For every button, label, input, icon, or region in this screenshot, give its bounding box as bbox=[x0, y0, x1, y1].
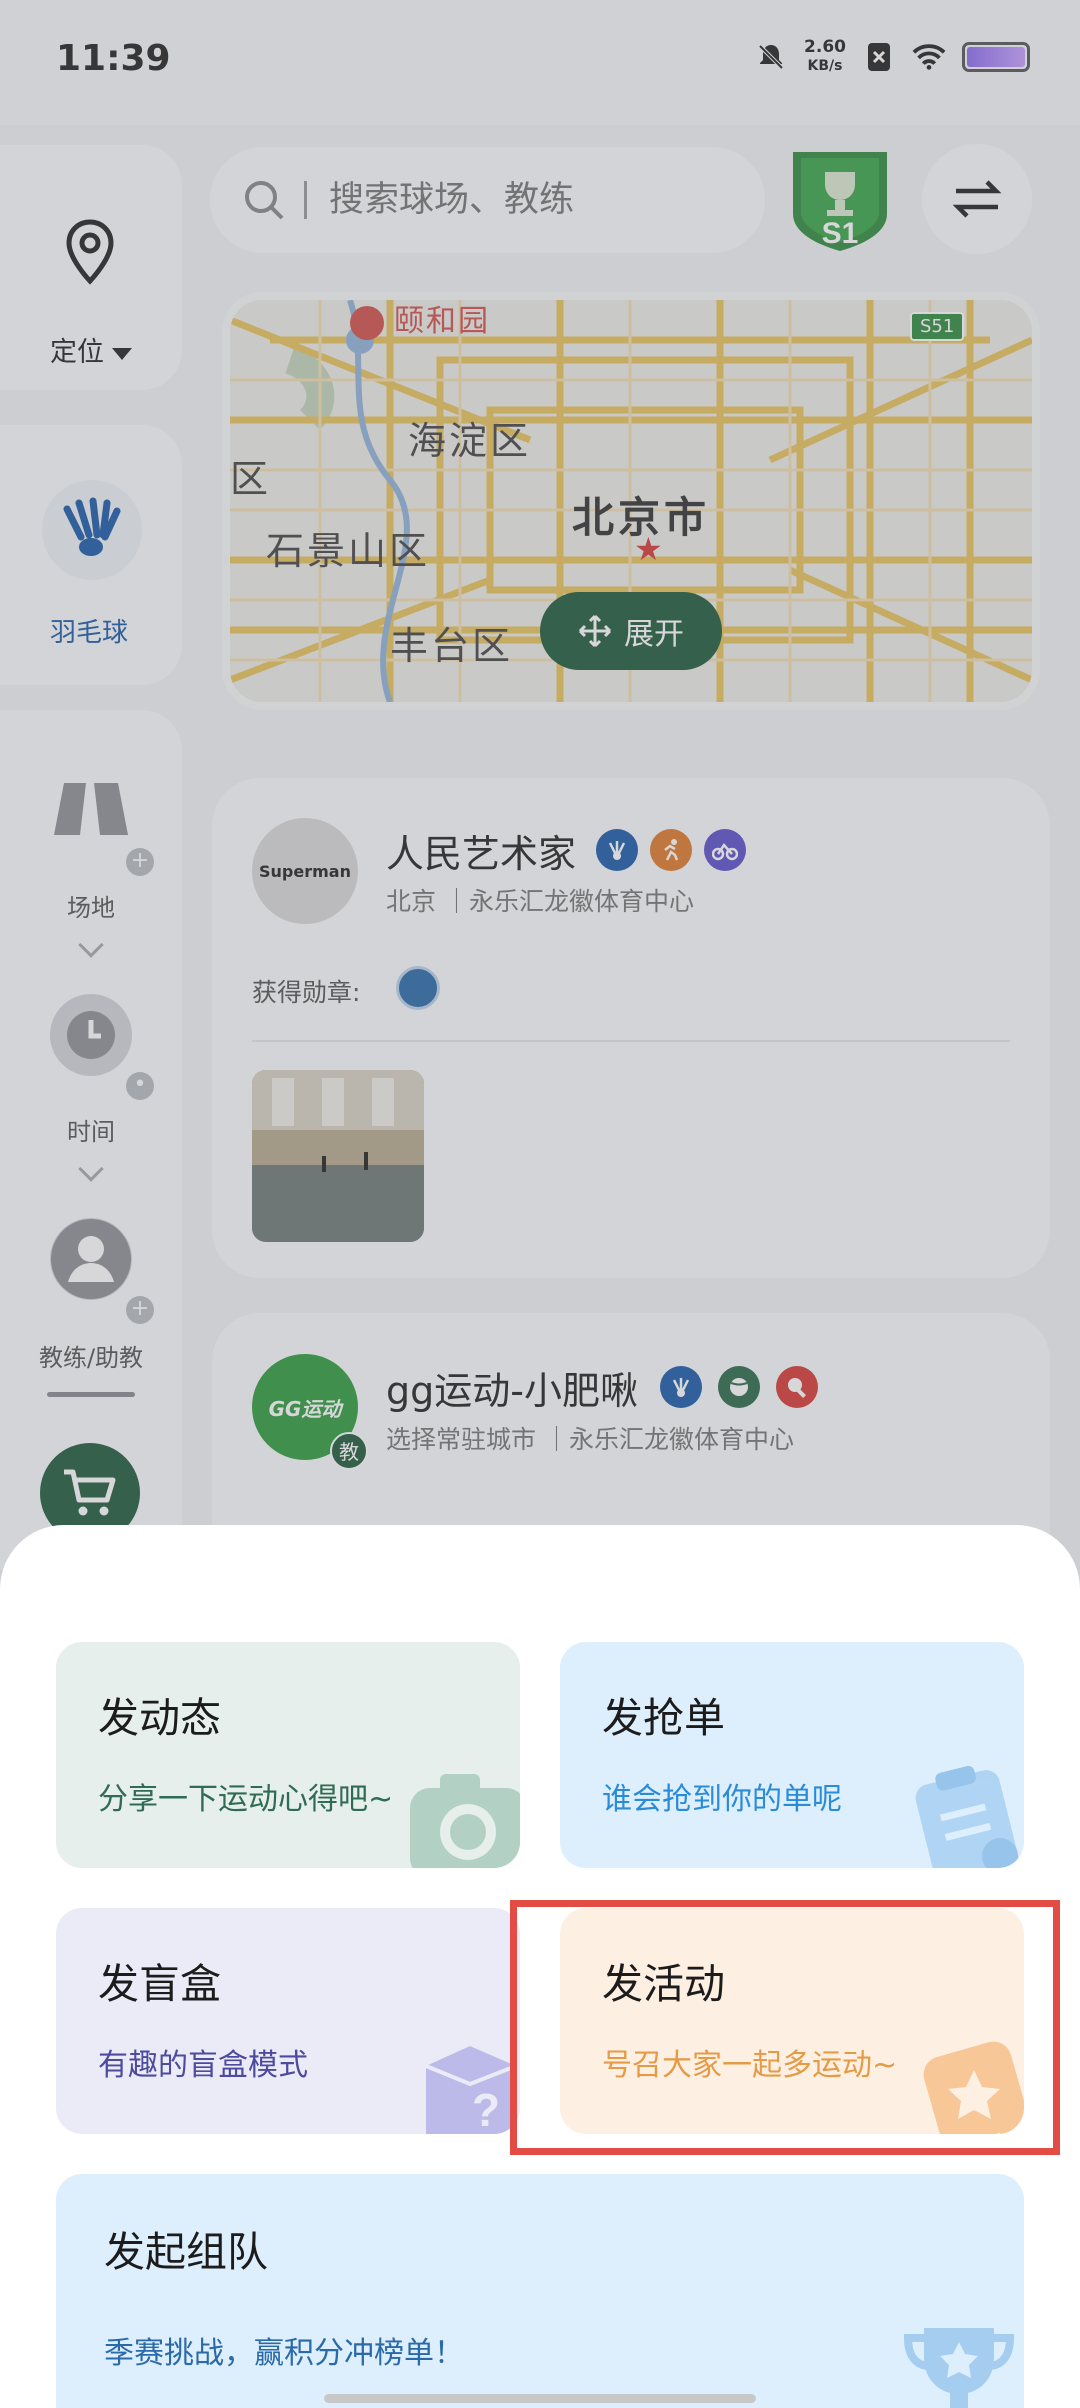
highlight-box bbox=[510, 1900, 1060, 2155]
post-grab-order-card[interactable]: 发抢单 谁会抢到你的单呢 bbox=[560, 1642, 1024, 1868]
trophy-icon bbox=[903, 2328, 1015, 2408]
clipboard-icon bbox=[915, 1765, 1019, 1868]
mystery-box-icon: ? bbox=[425, 2046, 517, 2134]
action-title: 发盲盒 bbox=[98, 1960, 221, 2008]
action-title: 发抢单 bbox=[602, 1694, 725, 1742]
post-blind-box-card[interactable]: 发盲盒 有趣的盲盒模式 ? bbox=[56, 1908, 520, 2134]
camera-icon bbox=[410, 1774, 520, 1868]
svg-text:?: ? bbox=[472, 2084, 500, 2134]
action-title: 发动态 bbox=[98, 1694, 221, 1742]
action-subtitle: 季赛挑战，赢积分冲榜单！ bbox=[104, 2336, 464, 2371]
home-indicator[interactable] bbox=[324, 2394, 756, 2403]
action-subtitle: 分享一下运动心得吧~ bbox=[98, 1782, 394, 1817]
create-team-card[interactable]: 发起组队 季赛挑战，赢积分冲榜单！ bbox=[56, 2174, 1024, 2408]
post-moment-card[interactable]: 发动态 分享一下运动心得吧~ bbox=[56, 1642, 520, 1868]
action-subtitle: 有趣的盲盒模式 bbox=[98, 2048, 308, 2083]
action-subtitle: 谁会抢到你的单呢 bbox=[602, 1782, 842, 1817]
action-title: 发起组队 bbox=[104, 2228, 268, 2276]
